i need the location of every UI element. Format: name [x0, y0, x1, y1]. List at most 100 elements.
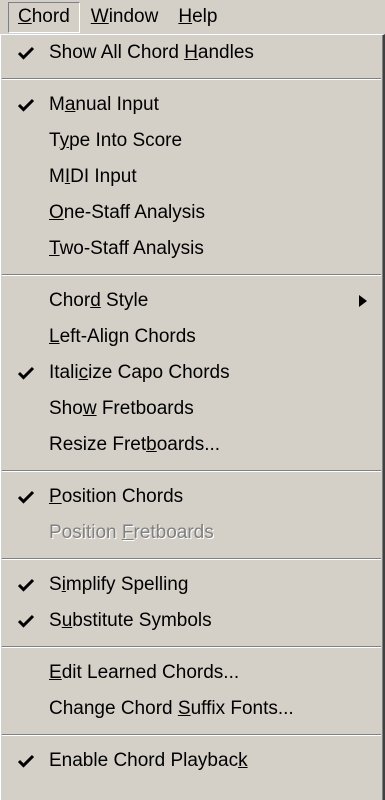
- label-mnemonic: L: [49, 326, 60, 347]
- menu-item-label: Manual Input: [49, 94, 159, 115]
- menu-item-label: Type Into Score: [49, 130, 182, 151]
- label-rest: bstitute Symbols: [72, 610, 212, 631]
- label-text: T: [49, 130, 60, 151]
- menu-item-position-chords[interactable]: Position Chords: [1, 479, 383, 515]
- label-text: Itali: [49, 362, 79, 383]
- menu-item-italicize-capo-chords[interactable]: Italicize Capo Chords: [1, 355, 383, 391]
- label-text: S: [49, 610, 62, 631]
- menu-item-edit-learned-chords[interactable]: Edit Learned Chords...: [1, 655, 383, 691]
- label-mnemonic: a: [64, 94, 76, 115]
- label-text: Enable Chord Playbac: [49, 750, 239, 771]
- checkmark-icon: [16, 479, 36, 515]
- label-text: M: [49, 94, 65, 115]
- menu-item-label: MIDI Input: [49, 166, 137, 187]
- menu-item-enable-chord-playback[interactable]: Enable Chord Playback: [1, 743, 383, 779]
- label-rest: Fretboards: [96, 398, 194, 419]
- menu-item-one-staff-analysis[interactable]: One-Staff Analysis: [1, 195, 383, 231]
- label-mnemonic: c: [78, 362, 89, 383]
- menu-item-resize-fretboards[interactable]: Resize Fretboards...: [1, 427, 383, 463]
- label-mnemonic: w: [82, 398, 97, 419]
- chord-menu: Show All Chord Handles Manual Input Type…: [0, 34, 385, 800]
- label-rest: Style: [100, 290, 149, 311]
- menubar-window-rest: indow: [108, 5, 159, 27]
- menubar-chord-rest: hord: [31, 5, 70, 27]
- label-rest: ne-Staff Analysis: [63, 202, 205, 223]
- menu-item-two-staff-analysis[interactable]: Two-Staff Analysis: [1, 231, 383, 267]
- label-rest: andles: [197, 42, 254, 63]
- menubar-window[interactable]: Window: [82, 3, 168, 32]
- menu-item-label: Italicize Capo Chords: [49, 362, 230, 383]
- label-rest: nual Input: [75, 94, 159, 115]
- label-text: Position: [49, 522, 122, 543]
- menubar-help[interactable]: Help: [169, 3, 226, 32]
- checkmark-icon: [16, 567, 36, 603]
- label-mnemonic: O: [49, 202, 64, 223]
- menu-separator: [1, 639, 383, 655]
- label-mnemonic: E: [49, 662, 62, 683]
- label-mnemonic: T: [49, 238, 60, 259]
- menu-item-left-align-chords[interactable]: Left-Align Chords: [1, 319, 383, 355]
- label-text: Change Chord: [49, 698, 178, 719]
- menu-item-label: Change Chord Suffix Fonts...: [49, 698, 294, 719]
- menu-item-manual-input[interactable]: Manual Input: [1, 87, 383, 123]
- label-mnemonic: F: [121, 522, 134, 543]
- label-rest: dit Learned Chords...: [61, 662, 240, 683]
- checkmark-icon: [16, 743, 36, 779]
- menu-item-type-into-score[interactable]: Type Into Score: [1, 123, 383, 159]
- checkmark-icon: [16, 355, 36, 391]
- checkmark-icon: [16, 87, 36, 123]
- label-rest: oards...: [156, 434, 221, 455]
- menu-item-label: Substitute Symbols: [49, 610, 212, 631]
- menu-separator: [1, 727, 383, 743]
- menu-separator: [1, 267, 383, 283]
- menubar-chord[interactable]: Chord: [8, 1, 80, 33]
- label-mnemonic: d: [90, 290, 101, 311]
- label-text: Show All Chord: [49, 42, 185, 63]
- label-mnemonic: k: [238, 750, 248, 771]
- label-rest: retboards: [133, 522, 214, 543]
- label-rest: ize Capo Chords: [88, 362, 230, 383]
- menu-item-label: Two-Staff Analysis: [49, 238, 204, 259]
- menubar-help-mnemonic: H: [178, 5, 193, 27]
- checkmark-icon: [16, 35, 36, 71]
- label-mnemonic: u: [61, 610, 73, 631]
- menu-item-label: One-Staff Analysis: [49, 202, 205, 223]
- menu-item-chord-style[interactable]: Chord Style: [1, 283, 383, 319]
- label-mnemonic: S: [177, 698, 191, 719]
- label-rest: eft-Align Chords: [59, 326, 196, 347]
- menu-item-show-all-chord-handles[interactable]: Show All Chord Handles: [1, 35, 383, 71]
- label-text: S: [49, 574, 62, 595]
- menu-separator: [1, 71, 383, 87]
- menubar-help-rest: elp: [192, 5, 218, 27]
- checkmark-icon: [16, 603, 36, 639]
- label-rest: wo-Staff Analysis: [59, 238, 204, 259]
- menu-item-label: Show All Chord Handles: [49, 42, 254, 63]
- menu-item-position-fretboards: Position Fretboards: [1, 515, 383, 551]
- menu-item-midi-input[interactable]: MIDI Input: [1, 159, 383, 195]
- menu-item-show-fretboards[interactable]: Show Fretboards: [1, 391, 383, 427]
- menu-item-label: Simplify Spelling: [49, 574, 188, 595]
- label-text: Sho: [49, 398, 83, 419]
- menu-item-label: Edit Learned Chords...: [49, 662, 239, 683]
- menubar-chord-mnemonic: C: [18, 5, 32, 27]
- menu-item-label: Left-Align Chords: [49, 326, 196, 347]
- menu-item-substitute-symbols[interactable]: Substitute Symbols: [1, 603, 383, 639]
- label-rest: osition Chords: [61, 486, 184, 507]
- menu-item-label: Chord Style: [49, 290, 148, 311]
- menu-separator: [1, 463, 383, 479]
- menu-item-label: Show Fretboards: [49, 398, 194, 419]
- menu-bar: Chord Window Help: [0, 0, 385, 34]
- label-text: Chor: [49, 290, 91, 311]
- label-mnemonic: b: [146, 434, 157, 455]
- menu-item-label: Resize Fretboards...: [49, 434, 220, 455]
- label-text: M: [49, 166, 65, 187]
- menu-item-label: Position Chords: [49, 486, 183, 507]
- menu-item-change-chord-suffix-fonts[interactable]: Change Chord Suffix Fonts...: [1, 691, 383, 727]
- menu-item-simplify-spelling[interactable]: Simplify Spelling: [1, 567, 383, 603]
- label-rest: pe Into Score: [69, 130, 183, 151]
- menu-item-label: Position Fretboards: [49, 522, 214, 543]
- menu-item-label: Enable Chord Playback: [49, 750, 248, 771]
- label-mnemonic: y: [59, 130, 70, 151]
- label-rest: uffix Fonts...: [190, 698, 294, 719]
- label-rest: DI Input: [70, 166, 137, 187]
